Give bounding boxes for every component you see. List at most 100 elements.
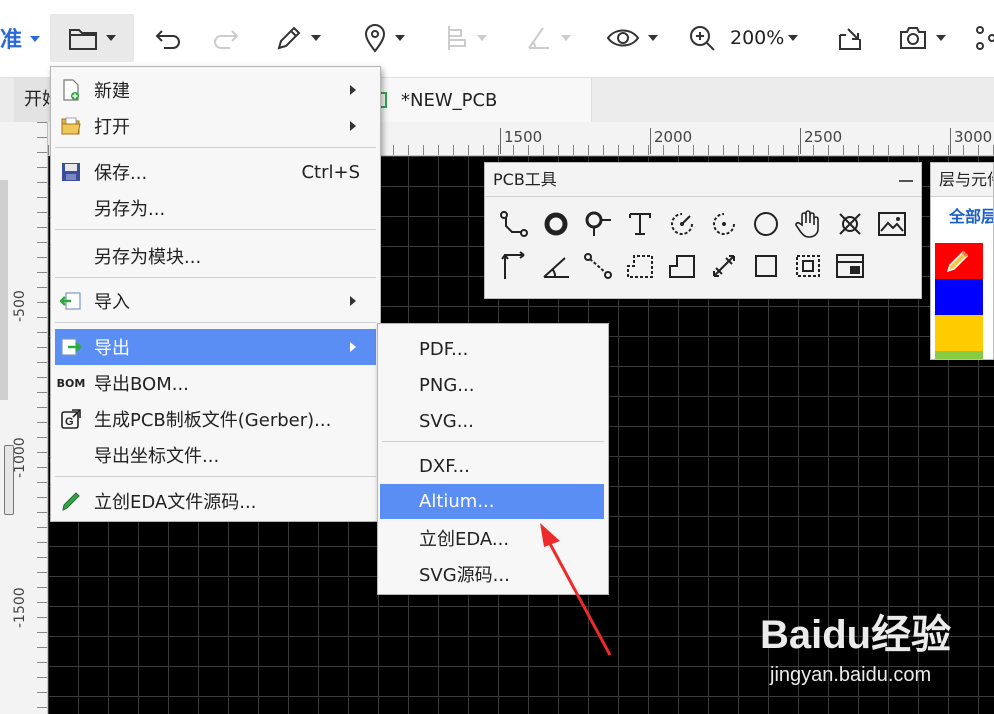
snap-group-icon[interactable] (787, 245, 829, 287)
gerber-icon: G (59, 407, 83, 431)
dimension-icon[interactable] (493, 245, 535, 287)
new-file-icon (59, 78, 83, 102)
ruler-label: 1500 (500, 128, 542, 154)
zoom-in-icon (690, 26, 715, 51)
ruler-ticks (37, 122, 47, 714)
left-scrollbar[interactable] (0, 180, 8, 400)
menu-item-label: 导出坐标文件... (94, 446, 220, 467)
minimize-icon[interactable] (899, 180, 913, 182)
import-icon (59, 289, 83, 313)
menu-item-export-svg[interactable]: SVG... (382, 404, 604, 438)
pan-hand-icon[interactable] (787, 203, 829, 245)
place-tool-button[interactable] (354, 14, 414, 62)
menu-item-export[interactable]: 导出 (55, 329, 376, 365)
pencil-icon (946, 250, 969, 273)
submenu-arrow-icon (350, 296, 356, 306)
menu-item-label: 立创EDA文件源码... (94, 492, 257, 513)
menu-item-export-altium[interactable]: Altium... (380, 484, 604, 519)
menu-item-shortcut: Ctrl+S (301, 161, 360, 183)
chevron-down-icon (106, 35, 116, 41)
pad-icon[interactable] (535, 203, 577, 245)
layer-row-top[interactable] (935, 243, 983, 279)
screenshot-button[interactable] (890, 14, 954, 62)
file-menu: 新建 打开 保存... Ctrl+S 另存为... 另存为模块... 导入 导出… (50, 66, 381, 522)
menu-item-label: 导出BOM... (94, 374, 189, 395)
menu-item-label: 打开 (94, 117, 130, 138)
undo-button[interactable] (148, 14, 188, 62)
view-button[interactable] (600, 14, 664, 62)
toolbar-partial-label[interactable]: 准 (0, 22, 22, 54)
tab-new-pcb[interactable]: *NEW_PCB (362, 78, 592, 122)
menu-item-label: 新建 (94, 81, 130, 102)
share-button[interactable] (972, 14, 994, 62)
zoom-level: 200% (730, 27, 785, 49)
layer-row-paste[interactable] (935, 351, 983, 359)
menu-item-label: DXF... (419, 455, 470, 477)
chevron-down-icon (477, 35, 487, 41)
pcb-tools-header[interactable]: PCB工具 (485, 163, 921, 197)
pcb-tools-title: PCB工具 (493, 170, 557, 189)
layers-panel: 层与元件 全部层 (930, 162, 994, 360)
measure-angle-icon (528, 27, 549, 49)
redo-icon (214, 30, 239, 49)
layer-row-bottom[interactable] (935, 279, 983, 315)
svg-text:G: G (65, 416, 74, 428)
arc-icon[interactable] (703, 203, 745, 245)
align-button[interactable] (436, 14, 496, 62)
circle-icon[interactable] (745, 203, 787, 245)
menu-item-export-bom[interactable]: BOM 导出BOM... (55, 366, 376, 400)
connect-pad-icon[interactable] (577, 245, 619, 287)
menu-separator (55, 147, 376, 148)
submenu-arrow-icon (350, 121, 356, 131)
menu-item-export-coordinates[interactable]: 导出坐标文件... (55, 438, 376, 472)
rectangle-icon[interactable] (745, 245, 787, 287)
import-icon (839, 28, 861, 50)
zoom-button[interactable]: 200% (688, 14, 808, 62)
menu-item-export-pdf[interactable]: PDF... (382, 332, 604, 366)
via-icon[interactable] (577, 203, 619, 245)
chevron-down-icon[interactable] (30, 36, 40, 42)
menu-item-save[interactable]: 保存... Ctrl+S (55, 155, 376, 189)
export-icon (59, 335, 83, 359)
menu-item-save-as-module[interactable]: 另存为模块... (55, 239, 376, 273)
text-icon[interactable] (619, 203, 661, 245)
submenu-arrow-icon (350, 342, 356, 352)
menu-item-save-as[interactable]: 另存为... (55, 191, 376, 225)
layer-row-silk[interactable] (935, 315, 983, 351)
photo-view-icon[interactable] (829, 245, 871, 287)
angle-icon[interactable] (535, 245, 577, 287)
file-menu-button[interactable] (50, 14, 134, 62)
track-icon[interactable] (493, 203, 535, 245)
location-pin-icon (364, 24, 386, 53)
layers-panel-title[interactable]: 层与元件 (931, 163, 993, 197)
tab-all-layers[interactable]: 全部层 (931, 197, 993, 237)
redo-button[interactable] (206, 14, 246, 62)
left-panel-resize-handle[interactable] (4, 445, 14, 515)
eye-icon (606, 29, 640, 47)
import-changes-button[interactable] (830, 14, 870, 62)
board-outline-icon[interactable] (661, 245, 703, 287)
open-folder-icon (59, 114, 83, 138)
menu-item-gerber[interactable]: G 生成PCB制板文件(Gerber)... (55, 402, 376, 436)
menu-item-import[interactable]: 导入 (55, 284, 376, 318)
menu-item-export-png[interactable]: PNG... (382, 368, 604, 402)
draw-tool-button[interactable] (268, 14, 328, 62)
menu-item-export-dxf[interactable]: DXF... (382, 449, 604, 483)
image-icon[interactable] (871, 203, 913, 245)
menu-item-new[interactable]: 新建 (55, 73, 376, 107)
menu-item-open[interactable]: 打开 (55, 109, 376, 143)
chevron-down-icon (648, 35, 658, 41)
solid-region-icon[interactable] (619, 245, 661, 287)
chevron-down-icon (311, 35, 321, 41)
measure-button[interactable] (518, 14, 578, 62)
copper-area-icon[interactable] (703, 245, 745, 287)
hole-icon[interactable] (829, 203, 871, 245)
menu-item-source-code[interactable]: 立创EDA文件源码... (55, 484, 376, 518)
ruler-label: 2500 (800, 128, 842, 154)
arc-center-icon[interactable] (661, 203, 703, 245)
pencil-icon (59, 489, 83, 513)
menu-item-label: 保存... (94, 163, 148, 184)
camera-icon (900, 27, 926, 49)
menu-separator (55, 277, 376, 278)
ruler-label: 2000 (650, 128, 692, 154)
